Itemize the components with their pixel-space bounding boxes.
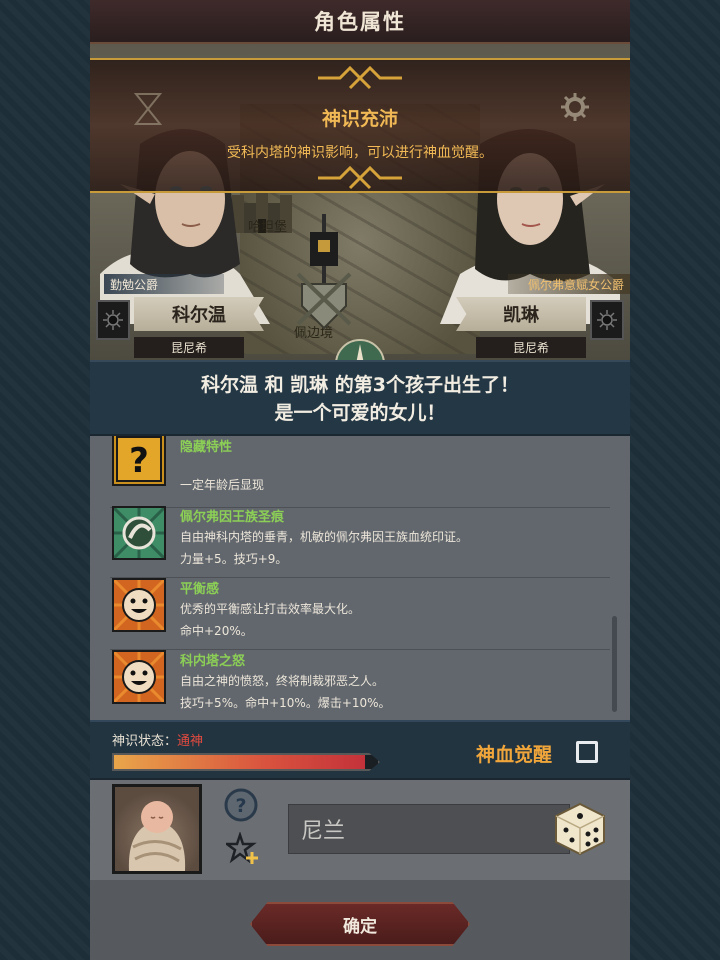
character-panel: 角色属性 哈坦堡 佩边境 神识充沛 受科内塔的神识影响，可以进行神血觉醒。 勤勉… <box>90 0 630 960</box>
trait-effect: 力量+5。技巧+9。 <box>180 552 288 566</box>
trait-item[interactable]: 平衡感 优秀的平衡感让打击效率最大化。 命中+20%。 <box>110 578 610 650</box>
trait-effect: 命中+20%。 <box>180 624 253 638</box>
banner-title: 神识充沛 <box>321 108 398 130</box>
trait-item[interactable]: 佩尔弗因王族圣痕 自由神科内塔的垂青，机敏的佩尔弗因王族血统印证。 力量+5。技… <box>110 506 610 578</box>
sun-crest-icon <box>96 300 130 340</box>
birth-message: 科尔温 和 凯琳 的第3个孩子出生了！ 是一个可爱的女儿！ <box>90 360 630 436</box>
trait-name: 科内塔之怒 <box>180 654 246 669</box>
trait-name: 隐藏特性 <box>180 440 233 455</box>
dice-icon[interactable] <box>552 800 608 856</box>
divine-progress-fill <box>114 755 365 769</box>
mother-name-plate: 凯琳 <box>456 297 586 331</box>
footer-bar: 确定 <box>90 880 630 960</box>
banner-subtitle: 受科内塔的神识影响，可以进行神血觉醒。 <box>227 145 493 161</box>
star-add-icon[interactable] <box>226 832 260 866</box>
divine-banner: 神识充沛 受科内塔的神识影响，可以进行神血觉醒。 <box>90 58 630 193</box>
compass-icon <box>335 339 385 360</box>
trait-list[interactable]: ? 隐藏特性 一定年龄后显现 佩尔弗因王族圣痕 自由神科内塔的垂青，机敏的佩尔弗… <box>90 436 630 720</box>
trait-item[interactable]: ? 隐藏特性 一定年龄后显现 <box>110 436 610 508</box>
divine-status-label: 神识状态：通神 <box>112 730 203 749</box>
divine-status-value: 通神 <box>177 734 204 749</box>
avatar <box>112 784 202 874</box>
divine-status-caption: 神识状态： <box>112 734 178 749</box>
knot-ornament-icon <box>318 66 402 90</box>
father-title-tag: 勤勉公爵 <box>104 274 224 294</box>
parents-scene: 哈坦堡 佩边境 神识充沛 受科内塔的神识影响，可以进行神血觉醒。 勤勉公爵 佩尔… <box>90 44 630 360</box>
child-name-input[interactable] <box>288 804 570 854</box>
help-icon[interactable]: ? <box>224 788 258 822</box>
birth-message-line1: 科尔温 和 凯琳 的第3个孩子出生了！ <box>200 374 520 396</box>
smiley-face-icon <box>112 650 166 704</box>
trait-effect: 技巧+5%。命中+10%。爆击+10%。 <box>180 696 391 710</box>
gear-icon <box>561 93 589 121</box>
divine-progress-bar <box>112 753 380 771</box>
left-background <box>0 0 90 960</box>
shield-emblem-icon <box>296 214 352 330</box>
awaken-checkbox[interactable] <box>576 741 598 763</box>
birth-message-line2: 是一个可爱的女儿！ <box>274 402 446 424</box>
knot-ornament-icon <box>318 166 402 190</box>
hourglass-icon <box>134 93 162 125</box>
page-title: 角色属性 <box>314 10 406 34</box>
trait-description: 自由神科内塔的垂青，机敏的佩尔弗因王族血统印证。 <box>180 530 469 544</box>
question-mark-icon: ? <box>112 436 166 486</box>
awaken-label: 神血觉醒 <box>476 744 553 766</box>
trait-effect: 一定年龄后显现 <box>180 478 265 492</box>
trait-name: 佩尔弗因王族圣痕 <box>180 510 285 525</box>
confirm-button[interactable]: 确定 <box>250 902 470 946</box>
trait-description: 优秀的平衡感让打击效率最大化。 <box>180 602 361 616</box>
sun-crest-icon <box>590 300 624 340</box>
divine-status-bar: 神识状态：通神 神血觉醒 <box>90 720 630 780</box>
trait-description: 自由之神的愤怒，终将制裁邪恶之人。 <box>180 674 385 688</box>
trait-name: 平衡感 <box>180 582 220 597</box>
child-info: ? <box>90 780 630 880</box>
father-house-plate: 昆尼希 <box>134 337 244 358</box>
trait-item[interactable]: 科内塔之怒 自由之神的愤怒，终将制裁邪恶之人。 技巧+5%。命中+10%。爆击+… <box>110 650 610 720</box>
royal-stigma-icon <box>112 506 166 560</box>
father-name-plate: 科尔温 <box>134 297 264 331</box>
smiley-face-icon <box>112 578 166 632</box>
mother-title-tag: 佩尔弗意赋女公爵 <box>508 274 630 294</box>
svg-text:?: ? <box>129 441 149 481</box>
mother-house-plate: 昆尼希 <box>476 337 586 358</box>
svg-text:?: ? <box>235 795 246 817</box>
trait-scrollbar[interactable] <box>612 616 617 712</box>
header-bar: 角色属性 <box>90 0 630 44</box>
right-background <box>630 0 720 960</box>
